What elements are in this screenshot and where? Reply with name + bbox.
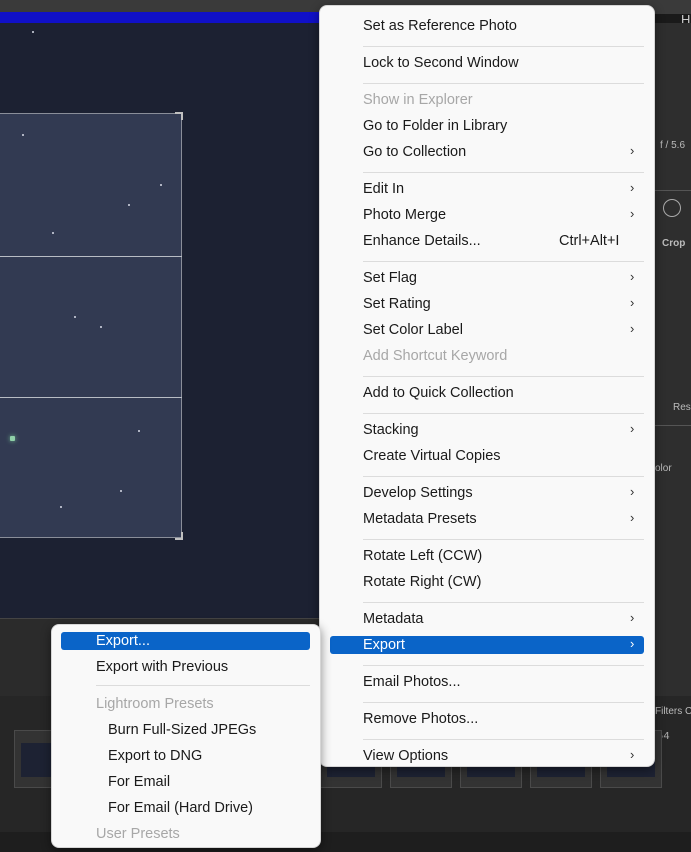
chevron-right-icon: ›	[630, 610, 635, 625]
menu-separator	[96, 685, 310, 686]
star	[100, 326, 102, 328]
menu-item-remove-photos[interactable]: Remove Photos...	[363, 708, 478, 730]
mask-tool-icon[interactable]	[663, 199, 681, 217]
menu-item-rotate-right-cw[interactable]: Rotate Right (CW)	[363, 571, 481, 593]
star	[52, 232, 54, 234]
menu-item-develop-settings[interactable]: Develop Settings	[363, 482, 473, 504]
crop-guide-line	[0, 397, 182, 398]
crop-label[interactable]: Crop	[662, 238, 685, 249]
res-label: Res	[673, 402, 691, 413]
star	[22, 134, 24, 136]
menu-item-lock-to-second-window[interactable]: Lock to Second Window	[363, 52, 519, 74]
menu-item-set-flag[interactable]: Set Flag	[363, 267, 417, 289]
menu-separator	[363, 602, 644, 603]
right-panel	[655, 23, 691, 696]
submenu-item-burn-full-sized-jpegs[interactable]: Burn Full-Sized JPEGs	[108, 719, 256, 741]
submenu-item-export-to-dng[interactable]: Export to DNG	[108, 745, 202, 767]
star	[74, 316, 76, 318]
menu-item-view-options[interactable]: View Options	[363, 745, 448, 767]
star	[32, 31, 34, 33]
chevron-right-icon: ›	[630, 747, 635, 762]
color-label[interactable]: olor	[655, 463, 672, 474]
chevron-right-icon: ›	[630, 321, 635, 336]
panel-divider	[655, 190, 691, 191]
shortcut-text: Ctrl+Alt+I	[559, 233, 620, 249]
filters-label[interactable]: Filters C	[655, 706, 691, 717]
menu-item-metadata[interactable]: Metadata	[363, 608, 423, 630]
menu-item-show-in-explorer: Show in Explorer	[363, 92, 473, 108]
chevron-right-icon: ›	[630, 484, 635, 499]
star	[60, 506, 62, 508]
menu-separator	[363, 702, 644, 703]
menu-separator	[363, 376, 644, 377]
menu-item-metadata-presets[interactable]: Metadata Presets	[363, 508, 477, 530]
menu-item-export[interactable]: Export	[363, 634, 405, 656]
star	[128, 204, 130, 206]
menu-separator	[363, 83, 644, 84]
chevron-right-icon: ›	[630, 295, 635, 310]
menu-item-enhance-details[interactable]: Enhance Details...	[363, 230, 481, 252]
chevron-right-icon: ›	[630, 421, 635, 436]
crop-handle[interactable]	[175, 112, 183, 120]
star	[10, 436, 15, 441]
chevron-right-icon: ›	[630, 510, 635, 525]
panel-divider	[655, 425, 691, 426]
star	[138, 430, 140, 432]
menu-item-set-rating[interactable]: Set Rating	[363, 293, 431, 315]
menu-separator	[363, 46, 644, 47]
menu-item-email-photos[interactable]: Email Photos...	[363, 671, 461, 693]
export-submenu: Export... Export with Previous Lightroom P…	[51, 624, 321, 848]
chevron-right-icon: ›	[630, 206, 635, 221]
menu-separator	[363, 476, 644, 477]
submenu-item-for-email-hard-drive[interactable]: For Email (Hard Drive)	[108, 797, 253, 819]
photo-crop-area[interactable]	[0, 113, 182, 538]
menu-separator	[363, 665, 644, 666]
crop-guide-line	[0, 256, 182, 257]
submenu-item-export[interactable]: Export...	[96, 630, 150, 652]
menu-item-stacking[interactable]: Stacking	[363, 419, 419, 441]
aperture-readout: f / 5.6	[660, 140, 686, 151]
menu-item-photo-merge[interactable]: Photo Merge	[363, 204, 446, 226]
star	[160, 184, 162, 186]
menu-item-add-to-quick-collection[interactable]: Add to Quick Collection	[363, 382, 514, 404]
chevron-right-icon: ›	[630, 143, 635, 158]
chevron-right-icon: ›	[630, 180, 635, 195]
context-menu: Set as Reference Photo Lock to Second Win…	[319, 5, 655, 767]
menu-item-create-virtual-copies[interactable]: Create Virtual Copies	[363, 445, 501, 467]
menu-separator	[363, 739, 644, 740]
menu-separator	[363, 261, 644, 262]
submenu-item-user-presets: User Presets	[96, 826, 180, 842]
crop-handle[interactable]	[175, 532, 183, 540]
star	[120, 490, 122, 492]
menu-item-edit-in[interactable]: Edit In	[363, 178, 404, 200]
menu-item-go-to-folder-in-library[interactable]: Go to Folder in Library	[363, 115, 507, 137]
menu-separator	[363, 172, 644, 173]
chevron-right-icon: ›	[630, 636, 635, 651]
menu-item-set-color-label[interactable]: Set Color Label	[363, 319, 463, 341]
submenu-item-export-with-previous[interactable]: Export with Previous	[96, 656, 228, 678]
menu-item-rotate-left-ccw[interactable]: Rotate Left (CCW)	[363, 545, 482, 567]
menu-separator	[363, 413, 644, 414]
window-accent-bar	[0, 12, 330, 23]
submenu-item-for-email[interactable]: For Email	[108, 771, 170, 793]
menu-item-add-shortcut-keyword: Add Shortcut Keyword	[363, 348, 508, 364]
submenu-item-lightroom-presets: Lightroom Presets	[96, 696, 214, 712]
menu-item-go-to-collection[interactable]: Go to Collection	[363, 141, 466, 163]
chevron-right-icon: ›	[630, 269, 635, 284]
menu-separator	[363, 539, 644, 540]
menu-item-set-as-reference-photo[interactable]: Set as Reference Photo	[363, 15, 517, 37]
